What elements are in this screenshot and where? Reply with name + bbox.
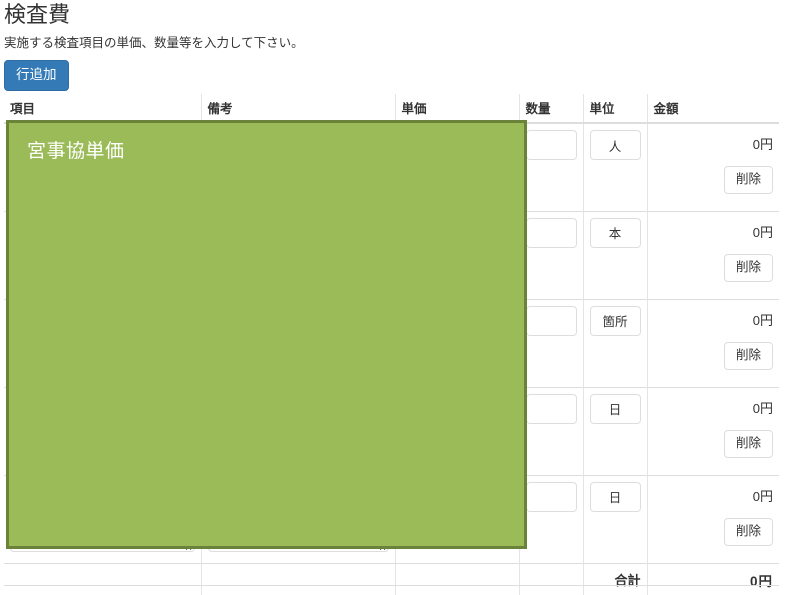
column-header-qty: 数量 — [519, 94, 584, 124]
quantity-input[interactable] — [525, 217, 577, 248]
cell-unit — [583, 474, 648, 563]
quantity-input[interactable] — [525, 481, 577, 512]
delete-row-button[interactable]: 削除 — [723, 517, 773, 546]
toolbar: 行追加 — [0, 51, 790, 91]
column-header-note: 備考 — [201, 94, 396, 124]
cell-qty — [519, 210, 584, 299]
column-header-price: 単価 — [395, 94, 520, 124]
cell-qty — [519, 386, 584, 475]
cell-unit — [583, 122, 648, 211]
unit-price-overlay-label: 宮事協単価 — [27, 141, 125, 162]
column-header-item: 項目 — [4, 94, 202, 124]
amount-value: 0円 — [752, 137, 773, 152]
amount-value: 0円 — [752, 312, 773, 328]
column-header-amount: 金額 — [647, 94, 779, 124]
delete-row-button[interactable]: 削除 — [723, 253, 773, 282]
total-label: 合計 — [583, 562, 648, 595]
cell-qty — [519, 474, 584, 563]
cell-amount: 0円 削除 — [647, 210, 779, 299]
quantity-input[interactable] — [525, 305, 577, 336]
page-description: 実施する検査項目の単価、数量等を入力して下さい。 — [4, 36, 304, 50]
table-header: 項目 備考 単価 数量 単位 金額 — [4, 94, 779, 124]
total-row: 合計 0円 — [4, 562, 779, 595]
quantity-input[interactable] — [525, 130, 577, 160]
total-value: 0円 — [647, 562, 779, 595]
table-header-row: 項目 備考 単価 数量 単位 金額 — [4, 94, 779, 124]
cell-unit — [583, 210, 648, 299]
quantity-input[interactable] — [525, 393, 577, 424]
cell-qty — [519, 298, 584, 387]
amount-value: 0円 — [752, 400, 773, 416]
unit-input[interactable] — [589, 217, 641, 248]
unit-input[interactable] — [589, 481, 641, 512]
unit-price-overlay-panel[interactable]: 宮事協単価 — [6, 120, 527, 549]
unit-input[interactable] — [589, 305, 641, 336]
table-footer: 合計 0円 — [4, 562, 779, 595]
delete-row-button[interactable]: 削除 — [723, 341, 773, 370]
footer-spacer-item — [4, 562, 202, 595]
amount-value: 0円 — [752, 224, 773, 240]
amount-value: 0円 — [752, 488, 773, 504]
footer-spacer-qty — [519, 562, 584, 595]
cell-unit — [583, 298, 648, 387]
column-header-unit: 単位 — [583, 94, 648, 124]
cell-unit — [583, 386, 648, 475]
footer-spacer-note — [201, 562, 396, 595]
unit-input[interactable] — [589, 393, 641, 424]
footer-spacer-price — [395, 562, 520, 595]
delete-row-button[interactable]: 削除 — [723, 429, 773, 458]
cell-amount: 0円 削除 — [647, 386, 779, 475]
cell-amount: 0円 削除 — [647, 298, 779, 387]
inspection-cost-page: 検査費 実施する検査項目の単価、数量等を入力して下さい。 行追加 項目 備考 単… — [0, 0, 790, 595]
add-row-button[interactable]: 行追加 — [4, 60, 69, 91]
delete-row-button[interactable]: 削除 — [723, 166, 773, 194]
unit-input[interactable] — [589, 130, 641, 160]
table-bottom-divider — [4, 585, 779, 586]
cell-amount: 0円 削除 — [647, 474, 779, 563]
cell-amount: 0円 削除 — [647, 122, 779, 211]
page-title: 検査費 — [4, 2, 71, 27]
cell-qty — [519, 122, 584, 211]
